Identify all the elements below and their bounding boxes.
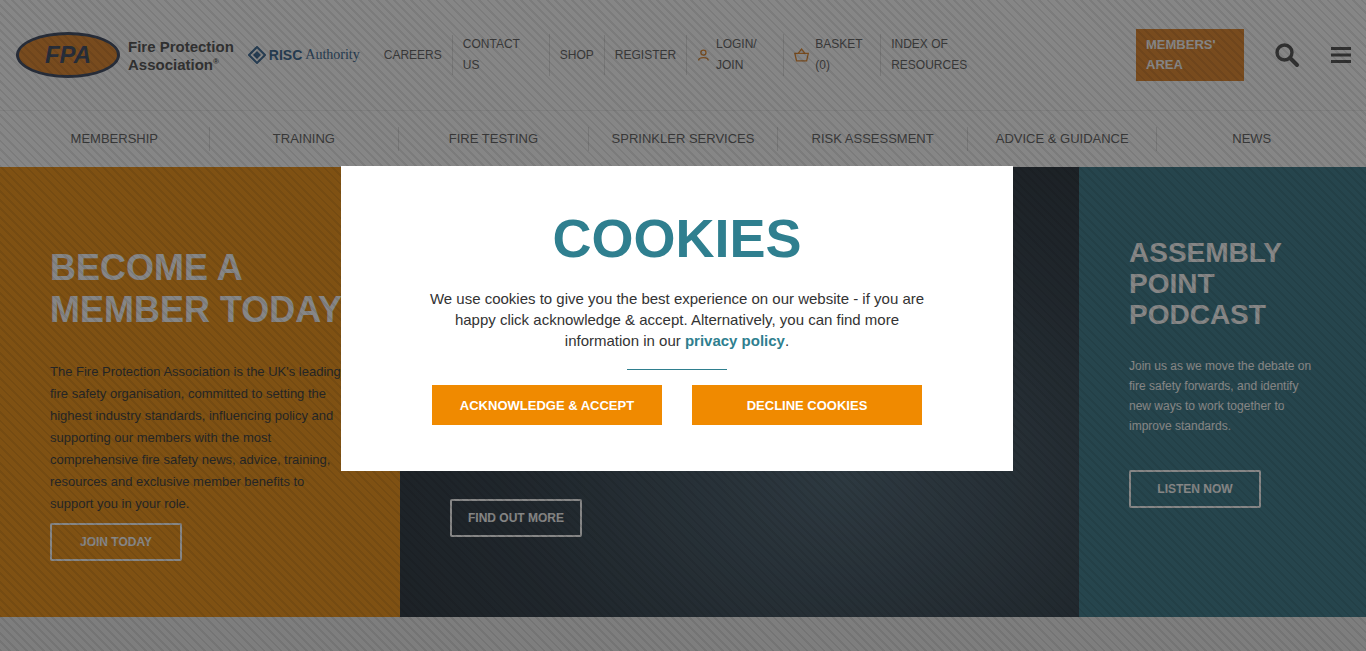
cookie-button[interactable]: DECLINE COOKIES xyxy=(692,385,922,425)
cookie-button[interactable]: ACKNOWLEDGE & ACCEPT xyxy=(432,385,662,425)
cookie-text: We use cookies to give you the best expe… xyxy=(417,288,937,351)
page: FPAFire ProtectionAssociation®RISCAuthor… xyxy=(0,0,1366,651)
cookie-buttons: ACKNOWLEDGE & ACCEPT DECLINE COOKIES xyxy=(381,385,973,425)
divider xyxy=(627,369,727,370)
cookie-modal: COOKIES We use cookies to give you the be… xyxy=(341,166,1013,471)
cookie-title: COOKIES xyxy=(381,206,973,270)
privacy-policy-link[interactable]: privacy policy xyxy=(685,332,785,349)
modal-overlay[interactable]: COOKIES We use cookies to give you the be… xyxy=(0,0,1366,651)
